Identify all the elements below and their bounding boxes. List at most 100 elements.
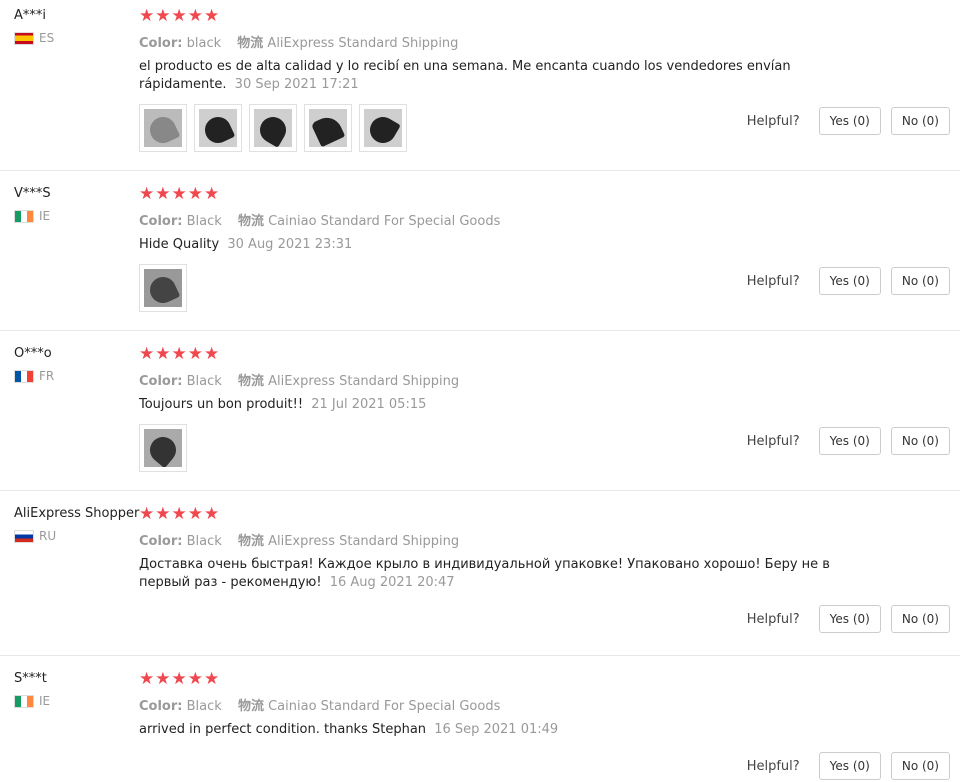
country-code: IE (39, 694, 51, 708)
review-text: Hide Quality 30 Aug 2021 23:31 (139, 236, 859, 254)
review-date: 30 Sep 2021 17:21 (234, 77, 359, 92)
shipping-value: Cainiao Standard For Special Goods (268, 214, 501, 229)
review-content: ★ ★ ★ ★ ★ Color: Black 物流 Cainiao Standard F… (139, 671, 950, 739)
reviewer-info: O***o FR (14, 346, 54, 383)
review-body: Hide Quality (139, 237, 220, 252)
star-icon: ★ (139, 6, 155, 26)
france-flag-icon (14, 369, 34, 383)
review-photo[interactable] (139, 104, 187, 152)
reviewer-info: S***t IE (14, 671, 50, 708)
star-icon: ★ (171, 504, 187, 524)
helpful-label: Helpful? (746, 611, 800, 627)
helpful-yes-button[interactable]: Yes (0) (818, 427, 881, 455)
helpful-label: Helpful? (746, 273, 800, 289)
color-label: Color: (139, 36, 183, 51)
helpful-no-button[interactable]: No (0) (890, 752, 950, 780)
star-icon: ★ (187, 669, 203, 689)
reviewer-country: ES (14, 31, 54, 45)
review-date: 16 Sep 2021 01:49 (434, 722, 559, 737)
star-icon: ★ (204, 669, 220, 689)
helpful-no-button[interactable]: No (0) (890, 427, 950, 455)
color-value: Black (186, 699, 222, 714)
star-icon: ★ (171, 344, 187, 364)
shipping-label: 物流 (237, 214, 264, 229)
star-icon: ★ (204, 504, 220, 524)
review-text: Доставка очень быстрая! Каждое крыло в и… (139, 556, 859, 592)
spain-flag-icon (14, 31, 34, 45)
helpful-label: Helpful? (746, 433, 800, 449)
helpful-no-button[interactable]: No (0) (890, 107, 950, 135)
review-text: el producto es de alta calidad y lo reci… (139, 58, 859, 94)
review-photo[interactable] (359, 104, 407, 152)
review-item: S***t IE ★ ★ ★ ★ ★ Color: Black 物流 Cainiao S… (0, 671, 960, 782)
star-icon: ★ (139, 669, 155, 689)
star-rating: ★ ★ ★ ★ ★ (139, 504, 950, 524)
review-meta: Color: Black 物流 Cainiao Standard For Spe… (139, 695, 950, 714)
helpful-controls: Helpful? Yes (0) No (0) (747, 267, 950, 295)
review-meta: Color: Black 物流 Cainiao Standard For Spe… (139, 210, 950, 229)
helpful-controls: Helpful? Yes (0) No (0) (747, 107, 950, 135)
reviewer-name: A***i (14, 8, 47, 23)
shipping-value: AliExpress Standard Shipping (268, 374, 460, 389)
reviewer-name: V***S (14, 186, 51, 201)
ireland-flag-icon (14, 694, 34, 708)
reviewer-country: FR (14, 369, 54, 383)
helpful-yes-button[interactable]: Yes (0) (818, 107, 881, 135)
helpful-no-button[interactable]: No (0) (890, 605, 950, 633)
star-icon: ★ (171, 184, 187, 204)
shipping-value: AliExpress Standard Shipping (268, 534, 460, 549)
russia-flag-icon (14, 529, 34, 543)
star-icon: ★ (171, 6, 187, 26)
review-date: 21 Jul 2021 05:15 (311, 397, 427, 412)
helpful-yes-button[interactable]: Yes (0) (818, 605, 881, 633)
helpful-label: Helpful? (746, 758, 800, 774)
review-photo[interactable] (139, 424, 187, 472)
helpful-label: Helpful? (746, 113, 800, 129)
review-text: arrived in perfect condition. thanks Ste… (139, 721, 859, 739)
star-icon: ★ (204, 344, 220, 364)
shipping-label: 物流 (237, 374, 264, 389)
helpful-yes-button[interactable]: Yes (0) (818, 267, 881, 295)
star-rating: ★ ★ ★ ★ ★ (139, 669, 950, 689)
shipping-label: 物流 (237, 699, 264, 714)
reviewer-info: A***i ES (14, 8, 54, 45)
review-meta: Color: black 物流 AliExpress Standard Ship… (139, 32, 950, 51)
star-icon: ★ (155, 344, 171, 364)
review-photo[interactable] (194, 104, 242, 152)
review-meta: Color: Black 物流 AliExpress Standard Ship… (139, 370, 950, 389)
review-photo[interactable] (304, 104, 352, 152)
shipping-label: 物流 (237, 534, 264, 549)
helpful-controls: Helpful? Yes (0) No (0) (747, 752, 950, 780)
color-value: Black (186, 374, 222, 389)
star-icon: ★ (204, 6, 220, 26)
star-icon: ★ (171, 669, 187, 689)
helpful-yes-button[interactable]: Yes (0) (818, 752, 881, 780)
shipping-value: Cainiao Standard For Special Goods (268, 699, 501, 714)
review-photo[interactable] (139, 264, 187, 312)
review-meta: Color: Black 物流 AliExpress Standard Ship… (139, 530, 950, 549)
review-photo[interactable] (249, 104, 297, 152)
helpful-controls: Helpful? Yes (0) No (0) (747, 427, 950, 455)
star-icon: ★ (155, 669, 171, 689)
review-body: arrived in perfect condition. thanks Ste… (139, 722, 427, 737)
helpful-no-button[interactable]: No (0) (890, 267, 950, 295)
reviewer-country: IE (14, 694, 50, 708)
reviewer-name: O***o (14, 346, 52, 361)
color-value: Black (186, 214, 222, 229)
country-code: RU (39, 529, 57, 543)
star-icon: ★ (155, 184, 171, 204)
star-rating: ★ ★ ★ ★ ★ (139, 184, 950, 204)
star-icon: ★ (187, 504, 203, 524)
reviewer-info: V***S IE (14, 186, 51, 223)
review-item: A***i ES ★ ★ ★ ★ ★ Color: black 物流 AliExpres… (0, 8, 960, 171)
color-label: Color: (139, 374, 183, 389)
star-icon: ★ (187, 6, 203, 26)
star-icon: ★ (187, 184, 203, 204)
reviewer-name: S***t (14, 671, 47, 686)
country-code: FR (39, 369, 55, 383)
review-body: Доставка очень быстрая! Каждое крыло в и… (139, 557, 830, 590)
color-value: black (186, 36, 222, 51)
shipping-label: 物流 (237, 36, 264, 51)
star-icon: ★ (187, 344, 203, 364)
review-content: ★ ★ ★ ★ ★ Color: Black 物流 AliExpress Standar… (139, 506, 950, 592)
